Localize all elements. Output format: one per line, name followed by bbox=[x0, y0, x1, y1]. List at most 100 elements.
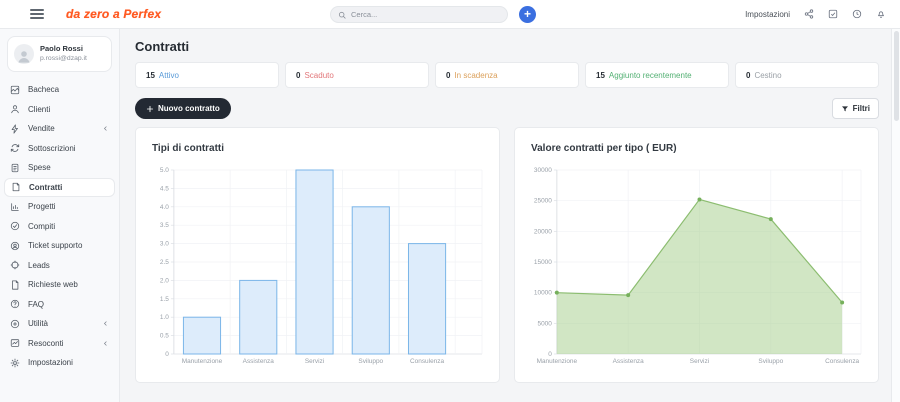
sidebar-item-label: Leads bbox=[28, 261, 50, 270]
summary-card-cestino[interactable]: 0Cestino bbox=[735, 62, 879, 88]
bell-icon[interactable] bbox=[876, 9, 886, 19]
svg-text:2.5: 2.5 bbox=[160, 259, 169, 266]
summary-value: 0 bbox=[746, 71, 750, 80]
contract-values-chart-card: Valore contratti per tipo ( EUR) 0500010… bbox=[514, 127, 879, 383]
svg-text:5000: 5000 bbox=[538, 320, 553, 327]
svg-text:0: 0 bbox=[165, 351, 169, 358]
summary-card-attivo[interactable]: 15 Attivo bbox=[135, 62, 279, 88]
filter-icon bbox=[841, 105, 849, 113]
sidebar-item-label: Utilità bbox=[28, 319, 48, 328]
scrollbar[interactable] bbox=[891, 29, 900, 402]
svg-text:Assistenza: Assistenza bbox=[613, 358, 645, 365]
svg-text:5.0: 5.0 bbox=[160, 167, 169, 174]
bar-sviluppo[interactable] bbox=[352, 207, 389, 354]
svg-text:1.5: 1.5 bbox=[160, 296, 169, 303]
new-contract-label: Nuovo contratto bbox=[158, 104, 220, 113]
sidebar-item-faq[interactable]: FAQ bbox=[0, 295, 119, 315]
svg-text:Consulenza: Consulenza bbox=[410, 358, 444, 365]
summary-value: 0 bbox=[446, 71, 450, 80]
dashboard-icon bbox=[10, 85, 20, 95]
summary-card-scaduto[interactable]: 0 Scaduto bbox=[285, 62, 429, 88]
hamburger-menu-icon[interactable] bbox=[30, 9, 44, 19]
faq-icon bbox=[10, 299, 20, 309]
subscriptions-icon bbox=[10, 143, 20, 153]
data-point-sviluppo[interactable] bbox=[769, 217, 773, 221]
sidebar-item-compiti[interactable]: Compiti bbox=[0, 217, 119, 237]
svg-text:0: 0 bbox=[548, 351, 552, 358]
sidebar-item-bacheca[interactable]: Bacheca bbox=[0, 80, 119, 100]
actions-row: Nuovo contratto Filtri bbox=[135, 98, 879, 119]
quick-add-button[interactable]: + bbox=[519, 6, 536, 23]
user-name: Paolo Rossi bbox=[40, 44, 87, 54]
share-icon[interactable] bbox=[804, 9, 814, 19]
svg-text:3.0: 3.0 bbox=[160, 241, 169, 248]
summary-label: Scaduto bbox=[304, 71, 333, 80]
data-point-manutenzione[interactable] bbox=[555, 291, 559, 295]
summary-label: Attivo bbox=[159, 71, 179, 80]
svg-text:20000: 20000 bbox=[534, 228, 552, 235]
user-email: p.rossi@dzap.it bbox=[40, 54, 87, 63]
sidebar-item-sottoscrizioni[interactable]: Sottoscrizioni bbox=[0, 139, 119, 159]
bar-consulenza[interactable] bbox=[408, 244, 445, 354]
new-contract-button[interactable]: Nuovo contratto bbox=[135, 98, 231, 119]
logo-text[interactable]: da zero a Perfex bbox=[66, 7, 161, 21]
tasks-icon bbox=[10, 221, 20, 231]
sidebar-item-contratti[interactable]: Contratti bbox=[4, 178, 115, 198]
summary-value: 15 bbox=[146, 71, 155, 80]
summary-card-aggiunto-recentemente[interactable]: 15Aggiunto recentemente bbox=[585, 62, 729, 88]
chart-title: Valore contratti per tipo ( EUR) bbox=[531, 143, 864, 154]
summary-value: 15 bbox=[596, 71, 605, 80]
check-square-icon[interactable] bbox=[828, 9, 838, 19]
sidebar-item-impostazioni[interactable]: Impostazioni bbox=[0, 353, 119, 373]
bar-servizi[interactable] bbox=[296, 170, 333, 354]
svg-text:1.0: 1.0 bbox=[160, 314, 169, 321]
sidebar-item-richieste-web[interactable]: Richieste web bbox=[0, 275, 119, 295]
sidebar-item-label: Contratti bbox=[29, 183, 62, 192]
search-bar[interactable] bbox=[330, 6, 508, 23]
svg-text:4.0: 4.0 bbox=[160, 204, 169, 211]
svg-text:30000: 30000 bbox=[534, 167, 552, 174]
summary-label: In scadenza bbox=[454, 71, 497, 80]
chevron-left-icon[interactable] bbox=[102, 320, 109, 327]
filters-label: Filtri bbox=[853, 104, 870, 113]
data-point-servizi[interactable] bbox=[697, 197, 701, 201]
sidebar-item-vendite[interactable]: Vendite bbox=[0, 119, 119, 139]
svg-text:Sviluppo: Sviluppo bbox=[758, 358, 783, 365]
sidebar-item-utilit-[interactable]: Utilità bbox=[0, 314, 119, 334]
sidebar-item-clienti[interactable]: Clienti bbox=[0, 100, 119, 120]
data-point-consulenza[interactable] bbox=[840, 300, 844, 304]
summary-cards-row: 15 Attivo 0 Scaduto 0 In scadenza 15Aggiunto r… bbox=[135, 62, 879, 88]
main-content: Contratti 15Attivo0Scaduto0In scadenza15… bbox=[121, 29, 891, 402]
contracts-icon bbox=[11, 182, 21, 192]
sidebar-item-label: Compiti bbox=[28, 222, 55, 231]
sidebar-item-spese[interactable]: Spese bbox=[0, 158, 119, 178]
sidebar-item-ticket-supporto[interactable]: Ticket supporto bbox=[0, 236, 119, 256]
chart-title: Tipi di contratti bbox=[152, 143, 485, 154]
sidebar-item-progetti[interactable]: Progetti bbox=[0, 197, 119, 217]
svg-text:2.0: 2.0 bbox=[160, 277, 169, 284]
summary-card-in-scadenza[interactable]: 0 In scadenza bbox=[435, 62, 579, 88]
chevron-left-icon[interactable] bbox=[102, 125, 109, 132]
clock-icon[interactable] bbox=[852, 9, 862, 19]
svg-text:Consulenza: Consulenza bbox=[825, 358, 859, 365]
topbar-settings-link[interactable]: Impostazioni bbox=[745, 10, 790, 19]
search-input[interactable] bbox=[351, 10, 500, 19]
page-title: Contratti bbox=[135, 39, 879, 54]
summary-value: 0 bbox=[296, 71, 300, 80]
svg-text:Assistenza: Assistenza bbox=[243, 358, 275, 365]
svg-text:Manutenzione: Manutenzione bbox=[537, 358, 578, 365]
sidebar-item-resoconti[interactable]: Resoconti bbox=[0, 334, 119, 354]
sidebar-item-label: Impostazioni bbox=[28, 358, 73, 367]
area-chart[interactable]: 050001000015000200002500030000Manutenzio… bbox=[529, 164, 864, 372]
bar-manutenzione[interactable] bbox=[183, 317, 220, 354]
projects-icon bbox=[10, 202, 20, 212]
bar-chart[interactable]: 00.51.01.52.02.53.03.54.04.55.0Manutenzi… bbox=[150, 164, 485, 372]
svg-text:Servizi: Servizi bbox=[690, 358, 709, 365]
data-point-assistenza[interactable] bbox=[626, 293, 630, 297]
chevron-left-icon[interactable] bbox=[102, 340, 109, 347]
user-profile-card[interactable]: Paolo Rossi p.rossi@dzap.it bbox=[7, 36, 112, 72]
filters-button[interactable]: Filtri bbox=[832, 98, 879, 119]
scrollbar-thumb[interactable] bbox=[894, 31, 899, 121]
sidebar-item-leads[interactable]: Leads bbox=[0, 256, 119, 276]
bar-assistenza[interactable] bbox=[240, 280, 277, 354]
